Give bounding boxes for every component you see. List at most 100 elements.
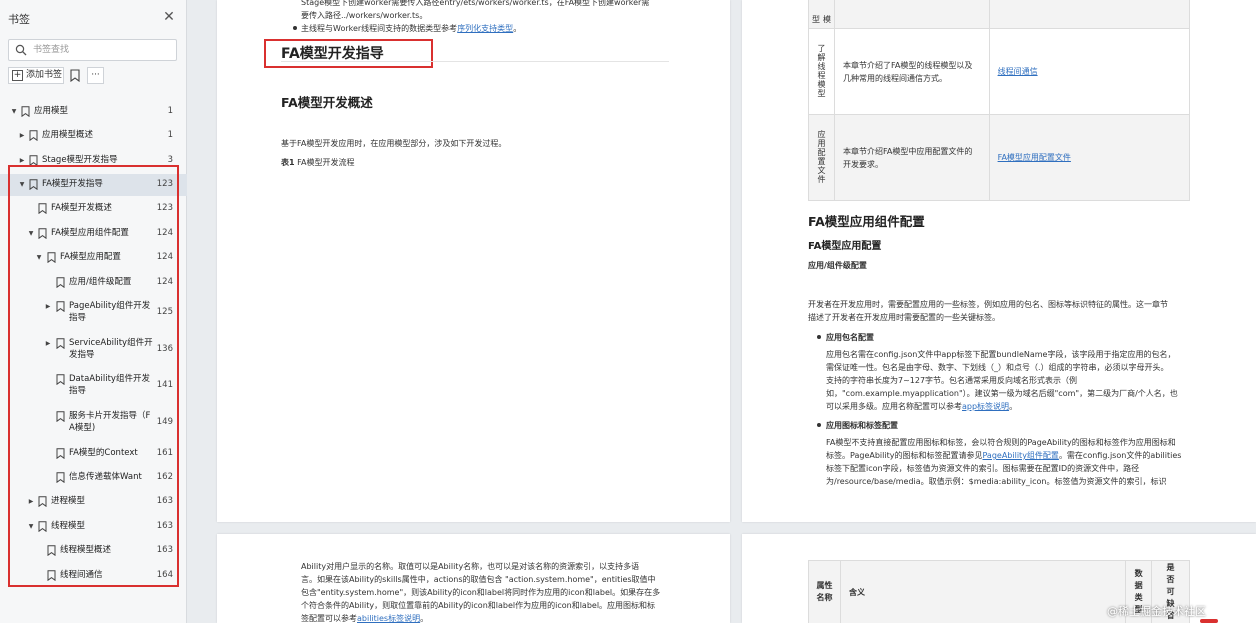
bookmark-icon <box>56 472 65 483</box>
expand-arrow-right-icon[interactable]: ▶ <box>18 157 26 164</box>
bookmark-label: 信息传递载体Want <box>69 472 142 482</box>
cell-text: 几种常用的线程间通信方式。 <box>842 73 947 83</box>
text-line: 如，"com.example.myapplication"）。建议第一级为域名后… <box>826 389 1178 398</box>
heading-fa-app-config: FA模型应用配置 <box>808 241 882 252</box>
bookmark-item[interactable]: ▼ 线程模型 163 <box>0 516 187 538</box>
table-cell: FA模型应用配置文件 <box>988 114 1191 201</box>
text-line: 个符合条件的Ability，则取位置靠前的Ability的icon和label作… <box>301 601 656 610</box>
bookmark-icon <box>29 179 38 190</box>
bookmark-label: PageAbility组件开发 <box>69 301 151 311</box>
bookmark-label: Stage模型开发指导 <box>42 155 118 165</box>
bullet <box>817 423 821 427</box>
expand-arrow-down-icon[interactable]: ▼ <box>10 108 18 115</box>
punct: 。 <box>513 24 522 33</box>
bookmark-item[interactable]: ▼ FA模型开发指导 123 <box>0 174 187 196</box>
bookmark-page-number: 149 <box>156 417 173 427</box>
table-cell: 模型 <box>808 0 835 29</box>
col-header: 含义 <box>839 560 1127 623</box>
serialization-types-link[interactable]: 序列化支持类型 <box>457 24 513 33</box>
text-line: 包含"entity.system.home"，则该Ability的icon和la… <box>301 588 661 597</box>
bullet-title: 应用包名配置 <box>826 333 874 342</box>
app-tag-link[interactable]: app标签说明 <box>962 402 1009 411</box>
document-viewer[interactable]: Stage模型下创建worker需要传入路径entry/ets/workers/… <box>187 0 1256 623</box>
bookmark-label: ServiceAbility组件开 <box>69 338 153 348</box>
bookmark-page-number: 124 <box>156 277 173 287</box>
expand-arrow-right-icon[interactable]: ▶ <box>44 303 52 310</box>
expand-arrow-right-icon[interactable]: ▶ <box>18 132 26 139</box>
bookmark-label: FA模型的Context <box>69 448 138 458</box>
table-row: 应用配置文件 本章节介绍FA模型中应用配置文件的 开发要求。 FA模型应用配置文件 <box>808 114 1191 201</box>
bookmark-label: 线程模型 <box>51 521 86 531</box>
bookmark-page-number: 125 <box>156 307 173 317</box>
bookmark-item[interactable]: 服务卡片开发指导（F A模型) 149 <box>0 406 187 434</box>
more-options-button[interactable]: ··· <box>87 67 104 84</box>
bookmark-item[interactable]: 应用/组件级配置 124 <box>0 272 187 294</box>
bookmark-page-number: 124 <box>156 252 173 262</box>
bookmark-item[interactable]: ▶ 进程模型 163 <box>0 491 187 513</box>
bookmark-icon <box>38 496 47 507</box>
expand-arrow-down-icon[interactable]: ▼ <box>35 254 43 261</box>
bookmark-item[interactable]: ▶ Stage模型开发指导 3 <box>0 150 187 172</box>
bookmark-item[interactable]: FA模型开发概述 123 <box>0 198 187 220</box>
bookmark-label: 线程模型概述 <box>60 545 112 555</box>
fa-app-config-link[interactable]: FA模型应用配置文件 <box>998 153 1071 162</box>
pageability-config-link[interactable]: PageAbility组件配置 <box>982 451 1058 460</box>
expand-arrow-down-icon[interactable]: ▼ <box>18 181 26 188</box>
text-line: 可以采用多级。应用名称配置可以参考app标签说明。 <box>826 400 1017 413</box>
bookmark-page-number: 163 <box>156 545 173 555</box>
heading-fa-overview: FA模型开发概述 <box>281 95 373 110</box>
bookmark-label: DataAbility组件开发 <box>69 374 150 384</box>
watermark: @稀土掘金技术社区 <box>1107 605 1206 618</box>
bullet-title: 应用图标和标签配置 <box>826 421 898 430</box>
bookmark-page-number: 163 <box>156 521 173 531</box>
text-line: 开发者在开发应用时，需要配置应用的一些标签，例如应用的包名、图标等标识特征的属性… <box>808 300 1168 309</box>
bookmark-item[interactable]: DataAbility组件开发 指导 141 <box>0 369 187 397</box>
table-cell <box>833 0 990 29</box>
bookmark-item[interactable]: ▶ PageAbility组件开发 指导 125 <box>0 296 187 324</box>
bookmark-label: 应用/组件级配置 <box>69 277 132 287</box>
text-line: 要传入路径../workers/worker.ts。 <box>301 11 428 20</box>
bookmark-item[interactable]: 线程模型概述 163 <box>0 540 187 562</box>
bookmark-item[interactable]: ▼ FA模型应用配置 124 <box>0 247 187 269</box>
expand-arrow-down-icon[interactable]: ▼ <box>27 523 35 530</box>
text-line: Ability对用户显示的名称。取值可以是Ability名称，也可以是对该名称的… <box>301 562 640 571</box>
bookmark-item[interactable]: ▶ 应用模型概述 1 <box>0 125 187 147</box>
bookmark-item[interactable]: 线程间通信 164 <box>0 565 187 587</box>
table-caption: 表1 FA模型开发流程 <box>281 156 354 169</box>
bookmark-page-number: 124 <box>156 228 173 238</box>
bookmark-page-number: 136 <box>156 344 173 354</box>
table-cell <box>988 0 1191 29</box>
bookmark-page-number: 163 <box>156 496 173 506</box>
text-line: 需保证唯一性。包名是由字母、数字、下划线（_）和点号（.）组成的字符串，必须以字… <box>826 363 1169 372</box>
bookmark-item[interactable]: FA模型的Context 161 <box>0 443 187 465</box>
bookmark-label-continued: 指导 <box>69 313 87 323</box>
thread-comm-link[interactable]: 线程间通信 <box>998 67 1038 76</box>
bookmark-icon <box>56 411 65 422</box>
bookmark-item[interactable]: ▶ ServiceAbility组件开 发指导 136 <box>0 333 187 361</box>
close-icon[interactable]: ✕ <box>160 8 178 26</box>
text-run: 。需在config.json文件的abilities <box>1058 451 1182 460</box>
bookmark-icon-button[interactable] <box>68 67 83 84</box>
bookmark-item[interactable]: ▼ FA模型应用组件配置 124 <box>0 223 187 245</box>
cell-text: 模型 <box>811 14 832 24</box>
bookmark-page-number: 1 <box>167 130 173 140</box>
expand-arrow-right-icon[interactable]: ▶ <box>27 498 35 505</box>
bookmark-page-number: 3 <box>167 155 173 165</box>
bookmark-item[interactable]: ▼ 应用模型 1 <box>0 101 187 123</box>
bookmark-search-input[interactable] <box>33 42 173 58</box>
punct: 。 <box>420 614 429 623</box>
bookmark-item[interactable]: 信息传递载体Want 162 <box>0 467 187 489</box>
text-line: 主线程与Worker线程间支持的数据类型参考序列化支持类型。 <box>301 22 521 35</box>
add-bookmark-button[interactable]: + 添加书签 <box>8 67 64 84</box>
bookmark-page-number: 123 <box>156 203 173 213</box>
bookmark-label-continued: 发指导 <box>69 350 95 360</box>
bookmark-sidebar: 书签 ✕ + 添加书签 ··· ▼ 应用模型 1 ▶ 应用模型概述 1 ▶ Stage模型开发… <box>0 0 187 623</box>
bookmark-search-field[interactable] <box>8 39 177 61</box>
expand-arrow-right-icon[interactable]: ▶ <box>44 340 52 347</box>
abilities-tag-link[interactable]: abilities标签说明 <box>357 614 420 623</box>
expand-arrow-down-icon[interactable]: ▼ <box>27 230 35 237</box>
bookmark-label: 进程模型 <box>51 496 86 506</box>
table-cell: 本章节介绍FA模型中应用配置文件的 开发要求。 <box>833 114 990 201</box>
cell-text: 开发要求。 <box>842 159 883 169</box>
bookmark-page-number: 162 <box>156 472 173 482</box>
